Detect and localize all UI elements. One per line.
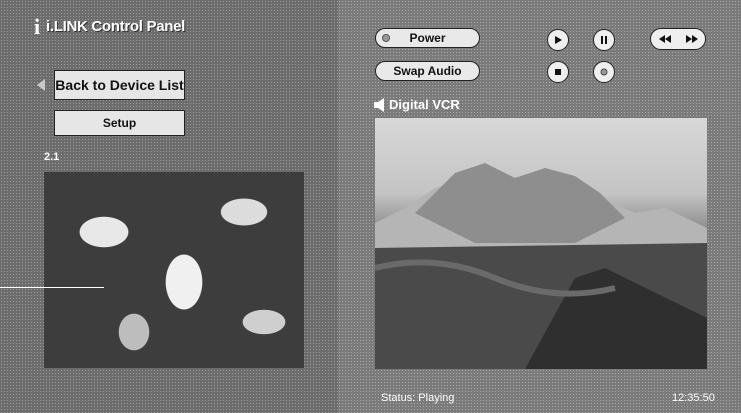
landscape-image	[375, 163, 707, 369]
device-name-label: Digital VCR	[389, 97, 460, 112]
setup-button[interactable]: Setup	[54, 110, 185, 136]
seek-control[interactable]	[650, 28, 706, 50]
channel-preview-image[interactable]	[44, 172, 304, 368]
clock-time: 12:35:50	[672, 392, 715, 404]
channel-label: 2.1	[44, 151, 60, 163]
leader-line	[0, 287, 104, 288]
rewind-icon[interactable]	[658, 34, 672, 44]
stop-button[interactable]	[547, 61, 569, 83]
stop-icon	[555, 69, 561, 75]
fast-forward-icon[interactable]	[685, 34, 699, 44]
record-button[interactable]	[593, 61, 615, 83]
setup-button-label: Setup	[102, 116, 137, 130]
speaker-icon	[374, 98, 384, 112]
record-icon	[600, 68, 608, 76]
logo-i-icon: i	[34, 14, 41, 39]
power-button-label: Power	[409, 31, 446, 45]
swap-audio-button[interactable]: Swap Audio	[375, 61, 480, 81]
play-icon	[555, 36, 562, 44]
video-display	[375, 118, 707, 369]
power-indicator-icon	[382, 34, 390, 42]
back-button-label: Back to Device List	[55, 77, 184, 93]
app-title: i.LINK Control Panel	[46, 18, 186, 35]
pause-button[interactable]	[593, 29, 615, 51]
back-to-device-list-button[interactable]: Back to Device List	[54, 70, 185, 100]
pause-icon	[601, 36, 607, 44]
status-text: Status: Playing	[381, 392, 455, 404]
swap-audio-label: Swap Audio	[393, 64, 462, 78]
back-arrow-icon[interactable]	[37, 79, 45, 91]
play-button[interactable]	[547, 29, 569, 51]
power-button[interactable]: Power	[375, 28, 480, 48]
